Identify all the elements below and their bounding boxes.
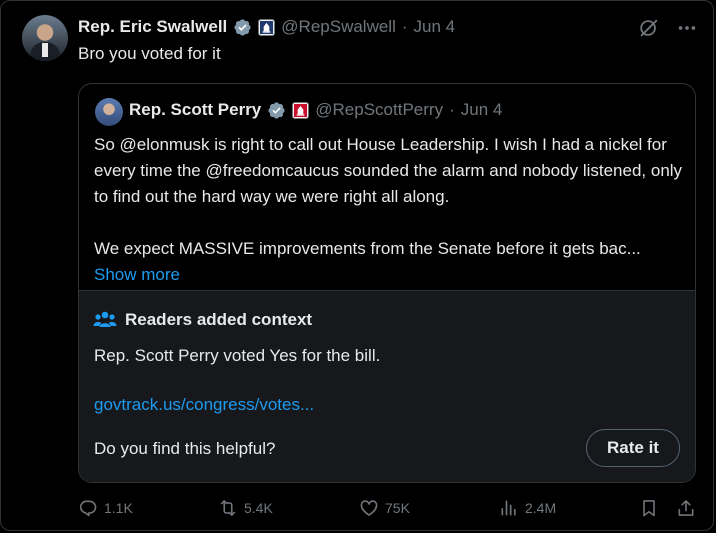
government-affiliation-icon[interactable] <box>292 101 310 119</box>
quoted-display-name[interactable]: Rep. Scott Perry <box>129 100 261 120</box>
avatar[interactable] <box>22 15 68 61</box>
more-icon[interactable] <box>676 17 698 39</box>
separator: · <box>401 17 408 36</box>
quoted-avatar[interactable] <box>95 98 123 126</box>
views-button[interactable]: 2.4M <box>499 498 556 518</box>
quoted-tweet[interactable]: Rep. Scott Perry @RepScottPerry · Jun 4 … <box>78 83 696 483</box>
verified-badge-icon[interactable] <box>233 18 252 37</box>
tweet-header: Rep. Eric Swalwell @RepSwalwell · Jun 4 <box>78 15 455 39</box>
community-note-body: Rep. Scott Perry voted Yes for the bill. <box>94 346 381 365</box>
quoted-paragraph-2: We expect MASSIVE improvements from the … <box>94 239 641 258</box>
rate-it-button[interactable]: Rate it <box>586 429 680 467</box>
bookmark-button[interactable] <box>639 498 659 518</box>
community-note-link[interactable]: govtrack.us/congress/votes... <box>94 395 314 415</box>
repost-icon <box>220 500 236 516</box>
like-button[interactable]: 75K <box>359 498 410 518</box>
reply-icon <box>79 500 97 517</box>
show-more-link[interactable]: Show more <box>94 262 694 288</box>
reply-button[interactable]: 1.1K <box>78 498 133 518</box>
quoted-text: So @elonmusk is right to call out House … <box>94 132 694 288</box>
helpful-question: Do you find this helpful? <box>94 439 276 458</box>
community-note: Readers added context Rep. Scott Perry v… <box>79 290 695 482</box>
avatar-shirt <box>42 43 48 57</box>
bookmark-icon <box>643 500 655 517</box>
repost-button[interactable]: 5.4K <box>218 498 273 518</box>
reply-count: 1.1K <box>104 500 133 516</box>
separator: · <box>449 100 455 119</box>
top-right-icons <box>638 17 698 39</box>
handle[interactable]: @RepSwalwell <box>281 17 396 37</box>
like-icon <box>360 500 378 516</box>
share-icon <box>678 500 694 516</box>
verified-badge-icon[interactable] <box>267 101 286 120</box>
community-notes-icon <box>93 311 117 327</box>
quoted-header: Rep. Scott Perry @RepScottPerry · Jun 4 <box>129 100 502 120</box>
community-note-title: Readers added context <box>93 309 312 331</box>
share-button[interactable] <box>676 498 696 518</box>
quoted-paragraph-1: So @elonmusk is right to call out House … <box>94 135 683 206</box>
tweet-text: Bro you voted for it <box>78 44 221 63</box>
repost-count: 5.4K <box>244 500 273 516</box>
quoted-timestamp[interactable]: Jun 4 <box>461 100 503 120</box>
government-affiliation-icon[interactable] <box>258 18 276 36</box>
action-bar: 1.1K 5.4K 75K 2.4M <box>78 498 698 522</box>
like-count: 75K <box>385 500 410 516</box>
quoted-handle[interactable]: @RepScottPerry <box>315 100 443 120</box>
grok-icon[interactable] <box>638 17 660 39</box>
timestamp[interactable]: Jun 4 <box>414 17 456 37</box>
view-count: 2.4M <box>525 500 557 516</box>
views-icon <box>501 500 516 516</box>
display-name[interactable]: Rep. Eric Swalwell <box>78 17 227 37</box>
community-note-title-text: Readers added context <box>125 310 313 329</box>
